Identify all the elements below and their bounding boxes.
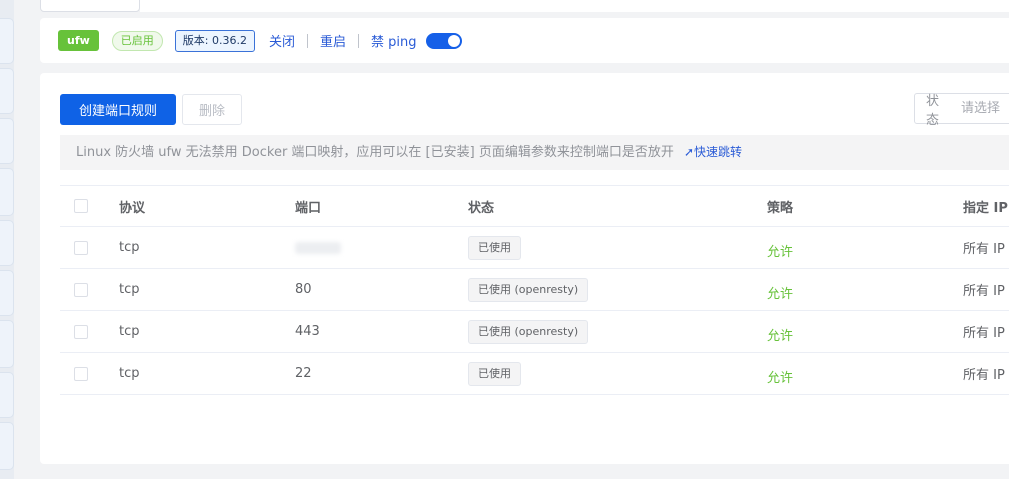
- nav-tile[interactable]: [0, 270, 14, 316]
- quick-jump-link[interactable]: ➚快速跳转: [684, 145, 742, 159]
- row-status-cell: 已使用 (openresty): [468, 311, 589, 352]
- port-rules-card: 创建端口规则 删除 状态 Linux 防火墙 ufw 无法禁用 Docker 端…: [40, 73, 1009, 464]
- nav-tile[interactable]: [0, 118, 14, 164]
- top-strip: [140, 0, 1009, 12]
- status-tag: 已使用 (openresty): [468, 277, 589, 302]
- notice-text: Linux 防火墙 ufw 无法禁用 Docker 端口映射，应用可以在 [已安…: [76, 145, 674, 160]
- nav-tile[interactable]: [0, 168, 14, 216]
- row-checkbox-cell: [74, 269, 88, 310]
- nav-tile[interactable]: [0, 220, 14, 266]
- enabled-status-tag: 已启用: [111, 30, 163, 51]
- ufw-tag: ufw: [58, 30, 99, 51]
- row-strategy: 允许: [767, 371, 794, 386]
- redacted-port: [295, 241, 341, 254]
- row-protocol: tcp: [119, 366, 140, 381]
- table-row: tcp 443 已使用 (openresty) 允许 所有 IP: [60, 311, 1009, 353]
- row-strategy: 允许: [767, 245, 794, 260]
- status-filter-label: 状态: [926, 93, 940, 128]
- restart-firewall-link[interactable]: 重启: [320, 31, 346, 50]
- header-status: 状态: [468, 200, 495, 216]
- firewall-toolbar: ufw 已启用 版本: 0.36.2 关闭 重启 禁 ping: [58, 29, 462, 52]
- row-checkbox[interactable]: [74, 282, 88, 297]
- quick-jump-label: 快速跳转: [694, 145, 743, 159]
- header-checkbox-cell: [74, 186, 88, 226]
- create-port-rule-button[interactable]: 创建端口规则: [60, 94, 176, 125]
- send-icon: ➚: [683, 145, 695, 159]
- divider: [358, 33, 360, 48]
- row-port: 80: [295, 282, 312, 297]
- row-protocol: tcp: [119, 282, 140, 297]
- table-row: tcp 已使用 允许 所有 IP: [60, 227, 1009, 269]
- header-strategy: 策略: [767, 200, 794, 216]
- row-ip: 所有 IP: [963, 242, 1005, 257]
- row-status-cell: 已使用: [468, 353, 521, 394]
- row-protocol: tcp: [119, 240, 140, 255]
- row-checkbox-cell: [74, 311, 88, 352]
- row-port: 443: [295, 324, 320, 339]
- status-filter-select[interactable]: 状态: [914, 93, 1009, 128]
- status-tag: 已使用: [468, 361, 521, 386]
- nav-tile[interactable]: [0, 18, 14, 64]
- select-all-checkbox[interactable]: [74, 199, 88, 213]
- row-status-cell: 已使用: [468, 227, 521, 268]
- row-strategy: 允许: [767, 329, 794, 344]
- nav-tile[interactable]: [0, 68, 14, 114]
- nav-tile[interactable]: [0, 320, 14, 368]
- version-tag: 版本: 0.36.2: [174, 29, 255, 52]
- ban-ping-label: 禁 ping: [371, 35, 417, 50]
- row-status-cell: 已使用 (openresty): [468, 269, 589, 310]
- top-tab[interactable]: [40, 0, 140, 12]
- table-row: tcp 22 已使用 允许 所有 IP: [60, 353, 1009, 395]
- row-strategy: 允许: [767, 287, 794, 302]
- left-nav-rail: [0, 0, 14, 479]
- header-ip: 指定 IP: [963, 200, 1008, 216]
- nav-tile[interactable]: [0, 422, 14, 470]
- table-row: tcp 80 已使用 (openresty) 允许 所有 IP: [60, 269, 1009, 311]
- ban-ping-toggle[interactable]: [425, 32, 462, 49]
- row-checkbox[interactable]: [74, 324, 88, 339]
- row-checkbox-cell: [74, 227, 88, 268]
- row-protocol: tcp: [119, 324, 140, 339]
- row-ip: 所有 IP: [963, 284, 1005, 299]
- toggle-knob: [447, 34, 460, 47]
- firewall-toolbar-card: ufw 已启用 版本: 0.36.2 关闭 重启 禁 ping: [40, 18, 1009, 63]
- row-checkbox-cell: [74, 353, 88, 394]
- row-ip: 所有 IP: [963, 368, 1005, 383]
- row-checkbox[interactable]: [74, 240, 88, 255]
- nav-tile[interactable]: [0, 372, 14, 418]
- header-port: 端口: [295, 200, 322, 216]
- divider: [307, 33, 308, 48]
- close-firewall-link[interactable]: 关闭: [269, 31, 295, 50]
- row-checkbox[interactable]: [74, 366, 88, 381]
- delete-button[interactable]: 删除: [182, 94, 242, 125]
- row-port-cell: [295, 227, 341, 268]
- status-tag: 已使用: [468, 235, 521, 260]
- row-ip: 所有 IP: [963, 326, 1005, 341]
- status-tag: 已使用 (openresty): [468, 319, 589, 344]
- status-filter-input[interactable]: [959, 100, 1009, 117]
- row-port: 22: [295, 366, 312, 381]
- port-rules-table: 协议 端口 状态 策略 指定 IP tcp 已使用 允许 所有 IP tcp 8…: [60, 185, 1009, 395]
- table-header-row: 协议 端口 状态 策略 指定 IP: [60, 185, 1009, 227]
- docker-notice-alert: Linux 防火墙 ufw 无法禁用 Docker 端口映射，应用可以在 [已安…: [60, 135, 1009, 170]
- header-protocol: 协议: [119, 200, 146, 216]
